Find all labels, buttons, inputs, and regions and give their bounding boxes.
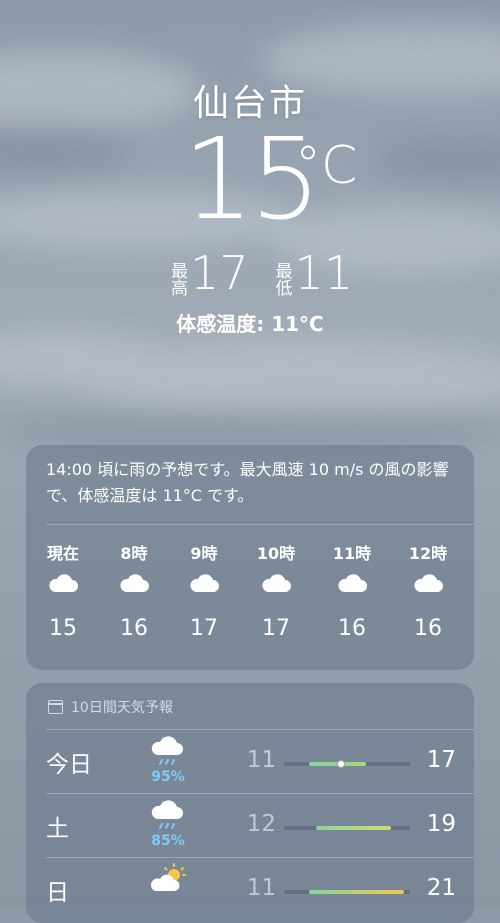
temp-range-bar bbox=[284, 760, 410, 768]
low-temp: 11 bbox=[246, 875, 276, 901]
hourly-item: 8時 16 bbox=[99, 540, 169, 641]
ten-day-title-text: 10日間天気予報 bbox=[71, 700, 173, 716]
hourly-summary: 14:00 頃に雨の予想です。最大風速 10 m/s の風の影響で、体感温度は … bbox=[46, 460, 449, 505]
hour-label: 8時 bbox=[120, 544, 148, 563]
precip-chance: 95% bbox=[151, 769, 185, 785]
cloud-icon bbox=[169, 572, 239, 602]
feels-like: 体感温度: 11°C bbox=[176, 312, 324, 336]
temp-range-bar bbox=[284, 890, 410, 894]
sun-cloud-icon bbox=[148, 863, 188, 897]
temp-range-fill bbox=[315, 826, 392, 830]
hour-temp: 15 bbox=[49, 616, 77, 641]
hour-label: 現在 bbox=[46, 544, 79, 563]
cloud-icon bbox=[28, 572, 98, 602]
low-temp: 11 bbox=[246, 747, 276, 773]
hourly-item: 11時 16 bbox=[317, 540, 387, 641]
divider bbox=[46, 524, 474, 525]
high-temp: 17 bbox=[426, 747, 456, 773]
cloud-icon bbox=[241, 572, 311, 602]
high-low: 最高 17 最低 11 bbox=[167, 246, 377, 300]
hour-temp: 17 bbox=[262, 616, 290, 641]
hour-temp: 16 bbox=[414, 616, 442, 641]
ten-day-forecast-card[interactable]: 10日間天気予報 今日 95% 11 17 土 85% 12 19 日 11 21 bbox=[26, 683, 474, 923]
cloud-icon bbox=[393, 572, 463, 602]
hour-label: 12時 bbox=[408, 544, 448, 563]
hourly-item: 12時 16 bbox=[393, 540, 463, 641]
hourly-item: 9時 17 bbox=[169, 540, 239, 641]
hour-temp: 16 bbox=[338, 616, 366, 641]
day-label: 日 bbox=[46, 880, 69, 906]
divider bbox=[46, 857, 474, 858]
temperature-unit: °C bbox=[295, 136, 358, 196]
hour-temp: 16 bbox=[120, 616, 148, 641]
low-value: 11 bbox=[294, 246, 354, 300]
hour-label: 10時 bbox=[256, 544, 296, 563]
high-temp: 19 bbox=[426, 811, 456, 837]
ten-day-title: 10日間天気予報 bbox=[48, 697, 173, 717]
forecast-day-row[interactable]: 今日 95% 11 17 bbox=[26, 729, 474, 793]
current-temp-marker bbox=[336, 760, 345, 768]
low-label: 最低 bbox=[271, 262, 292, 296]
hour-label: 9時 bbox=[190, 544, 218, 563]
cloud-rain-icon bbox=[148, 799, 188, 833]
day-label: 土 bbox=[46, 816, 69, 842]
low-temp: 12 bbox=[246, 811, 276, 837]
hour-label: 11時 bbox=[332, 544, 372, 563]
high-temp: 21 bbox=[426, 875, 456, 901]
high-label: 最高 bbox=[167, 262, 187, 296]
temp-range-bar bbox=[284, 826, 410, 830]
hourly-item: 10時 17 bbox=[241, 540, 311, 641]
cloud-rain-icon bbox=[148, 735, 188, 769]
cloud-icon bbox=[99, 572, 169, 602]
current-temperature: 15 °C bbox=[0, 124, 500, 236]
hourly-forecast-card[interactable]: 14:00 頃に雨の予想です。最大風速 10 m/s の風の影響で、体感温度は … bbox=[26, 445, 474, 670]
divider bbox=[46, 793, 474, 794]
forecast-day-row[interactable]: 土 85% 12 19 bbox=[26, 793, 474, 857]
high-value: 17 bbox=[190, 246, 249, 300]
day-label: 今日 bbox=[46, 752, 92, 778]
divider bbox=[46, 729, 474, 730]
cloud-icon bbox=[317, 572, 387, 602]
hour-temp: 17 bbox=[190, 616, 218, 641]
precip-chance: 85% bbox=[151, 833, 185, 849]
forecast-day-row[interactable]: 日 11 21 bbox=[26, 857, 474, 921]
calendar-icon bbox=[48, 700, 63, 714]
hourly-item: 現在 15 bbox=[28, 540, 98, 641]
temp-range-fill bbox=[309, 890, 404, 894]
